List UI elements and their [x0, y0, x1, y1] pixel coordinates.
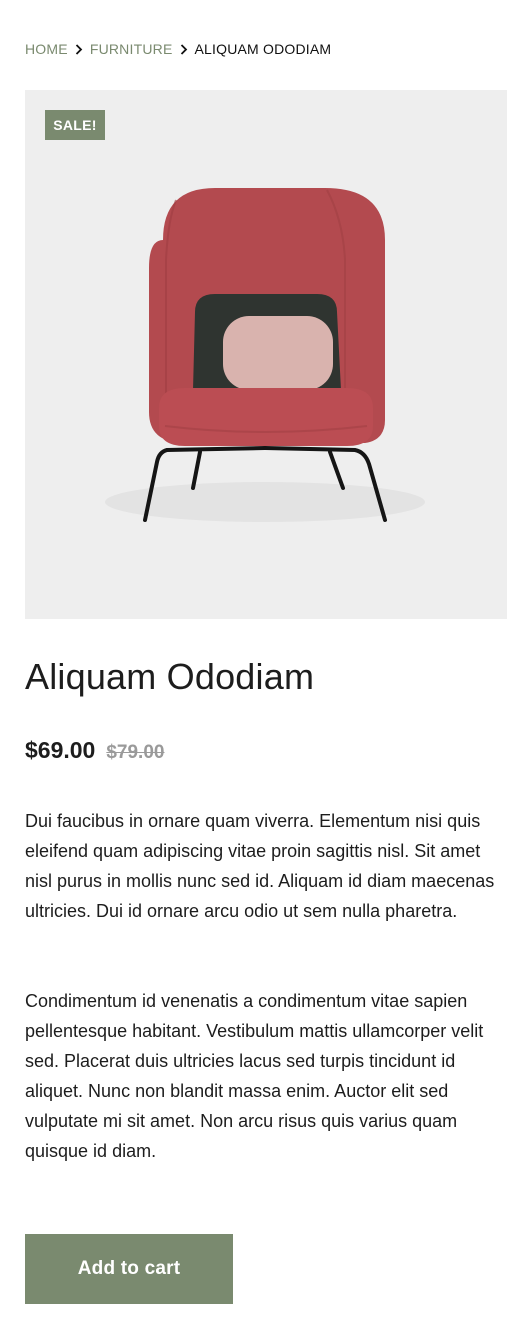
add-to-cart-button[interactable]: Add to cart — [25, 1234, 233, 1304]
price-original: $79.00 — [106, 742, 165, 763]
breadcrumb-home-link[interactable]: HOME — [25, 41, 68, 57]
chair-image — [105, 188, 425, 522]
price-current: $69.00 — [25, 737, 96, 763]
breadcrumb-current: ALIQUAM ODODIAM — [194, 41, 332, 57]
breadcrumb: HOME FURNITURE ALIQUAM ODODIAM — [25, 41, 331, 57]
product-title: Aliquam Ododiam — [25, 656, 315, 697]
chevron-right-icon — [180, 43, 188, 55]
product-description-1: Dui faucibus in ornare quam viverra. Ele… — [25, 811, 495, 921]
sale-badge: SALE! — [45, 110, 105, 140]
breadcrumb-category-link[interactable]: FURNITURE — [90, 41, 173, 57]
price-row: $69.00 $79.00 — [25, 737, 164, 764]
product-description-2: Condimentum id venenatis a condimentum v… — [25, 991, 484, 1161]
product-image[interactable]: SALE! — [25, 90, 507, 619]
chevron-right-icon — [75, 43, 83, 55]
